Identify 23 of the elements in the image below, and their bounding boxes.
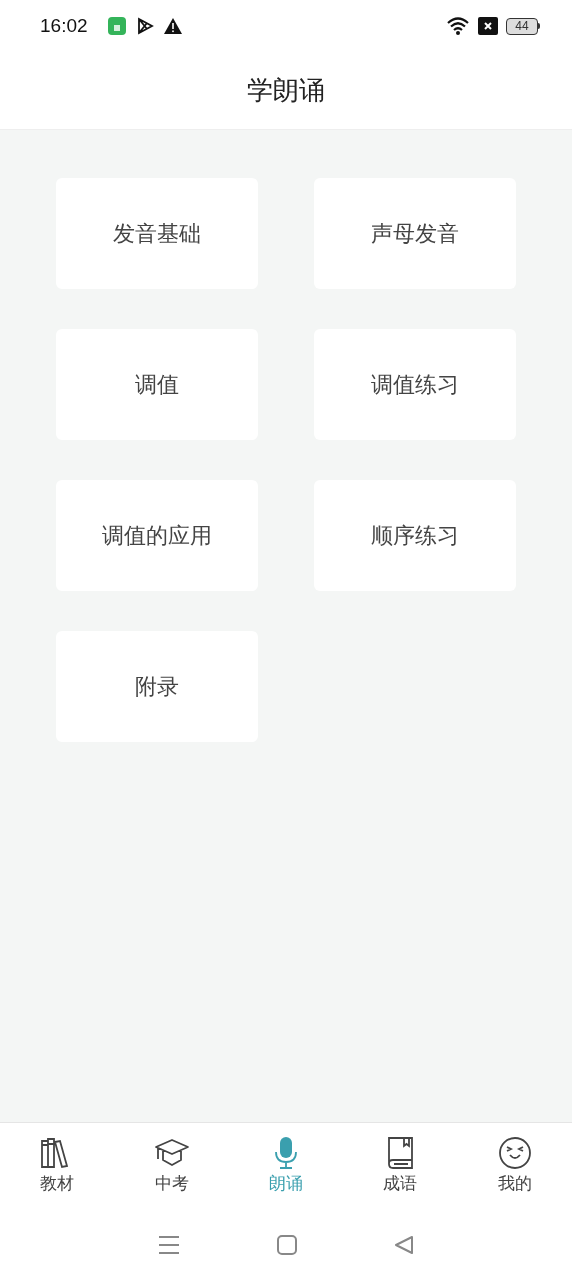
tab[interactable]: 教材	[0, 1123, 115, 1210]
menu-card[interactable]: 附录	[56, 631, 258, 742]
smiley-icon	[496, 1135, 533, 1171]
home-icon[interactable]	[277, 1235, 297, 1255]
warning-icon	[163, 18, 182, 34]
status-time: 16:02	[40, 13, 88, 38]
no-sim-icon	[478, 17, 498, 35]
menu-card[interactable]: 声母发音	[314, 178, 516, 289]
menu-card[interactable]: 调值	[56, 329, 258, 440]
back-icon[interactable]	[393, 1235, 414, 1255]
app-icon	[107, 17, 126, 35]
menu-card[interactable]: 调值练习	[314, 329, 516, 440]
menu-card[interactable]: 调值的应用	[56, 480, 258, 591]
wifi-icon	[446, 16, 470, 36]
play-icon	[135, 17, 154, 35]
menu-card[interactable]: 发音基础	[56, 178, 258, 289]
menu-icon[interactable]	[158, 1235, 181, 1255]
tab[interactable]: 我的	[457, 1123, 572, 1210]
menu-card[interactable]: 顺序练习	[314, 480, 516, 591]
tab[interactable]: 中考	[114, 1123, 229, 1210]
battery-level: 44	[515, 20, 529, 32]
tab[interactable]: 成语	[343, 1123, 458, 1210]
page-title: 学朗诵	[247, 74, 325, 107]
